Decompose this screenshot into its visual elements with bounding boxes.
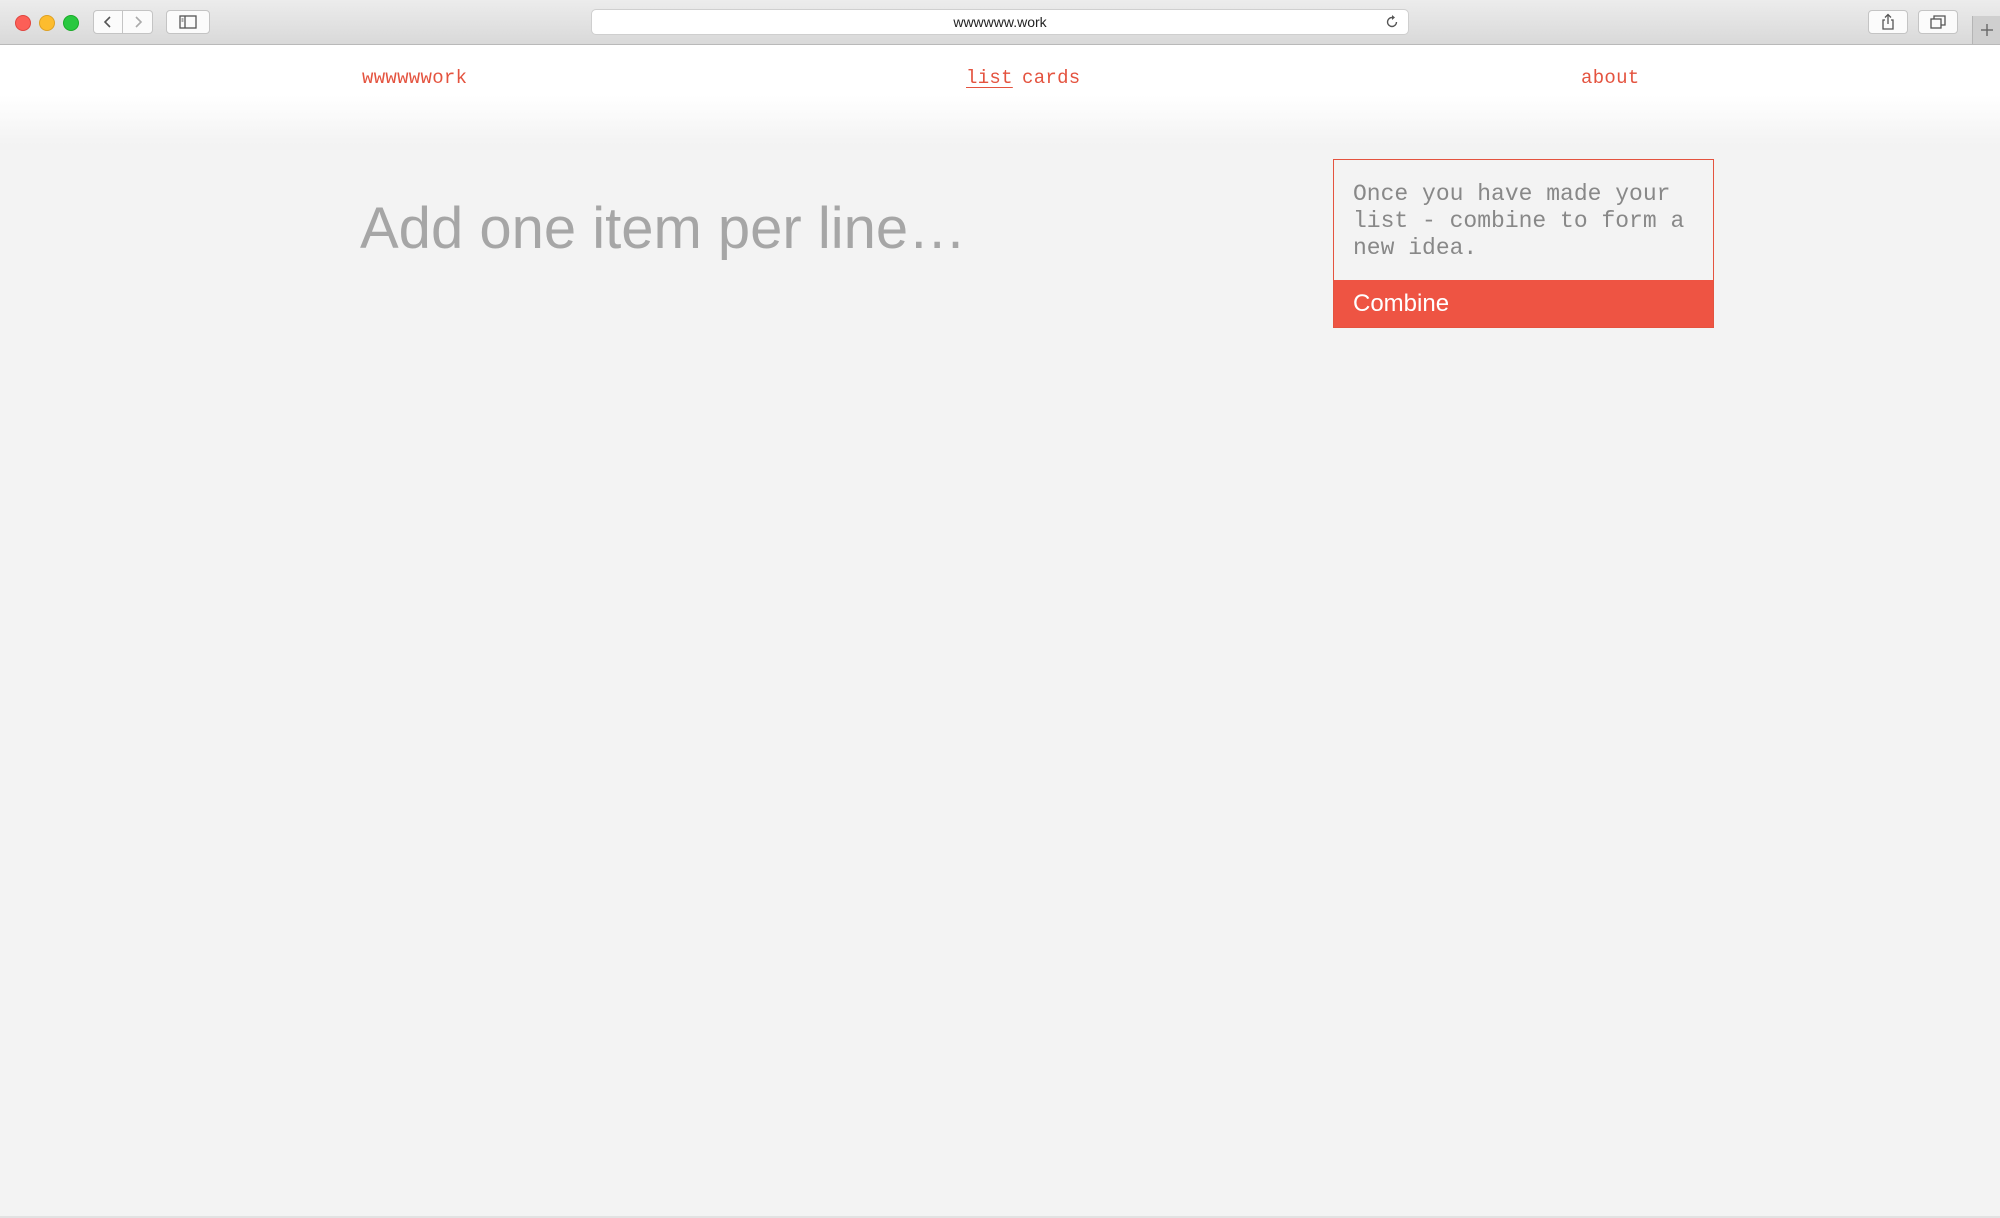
chevron-right-icon (134, 16, 142, 28)
share-button[interactable] (1868, 10, 1908, 34)
combine-panel: Once you have made your list - combine t… (1333, 159, 1714, 328)
minimize-window-button[interactable] (39, 15, 55, 31)
sidebar-icon (179, 15, 197, 29)
nav-cards-link[interactable]: cards (1022, 67, 1081, 89)
close-window-button[interactable] (15, 15, 31, 31)
new-tab-button[interactable] (1972, 16, 2000, 44)
site-logo-link[interactable]: wwwwwwork (362, 67, 467, 89)
sidebar-toggle-button[interactable] (166, 10, 210, 34)
reload-icon[interactable] (1384, 14, 1400, 30)
nav-list-link[interactable]: list (966, 67, 1013, 89)
chevron-left-icon (103, 16, 111, 28)
address-bar[interactable]: wwwwww.work (591, 9, 1409, 35)
maximize-window-button[interactable] (63, 15, 79, 31)
url-text: wwwwww.work (953, 14, 1047, 30)
tabs-icon (1930, 15, 1946, 29)
list-items-input[interactable] (360, 195, 1300, 285)
site-logo-text: wwwwwwork (362, 67, 468, 89)
forward-button[interactable] (123, 10, 153, 34)
nav-about-link[interactable]: about (1581, 67, 1640, 89)
plus-icon (1981, 24, 1993, 36)
combine-button[interactable]: Combine (1334, 280, 1713, 327)
tab-overview-button[interactable] (1918, 10, 1958, 34)
back-button[interactable] (93, 10, 123, 34)
combine-help-text: Once you have made your list - combine t… (1353, 181, 1685, 261)
site-header: wwwwwwork list cards about (0, 45, 2000, 145)
share-icon (1882, 13, 1894, 30)
browser-toolbar: wwwwww.work (0, 0, 2000, 45)
